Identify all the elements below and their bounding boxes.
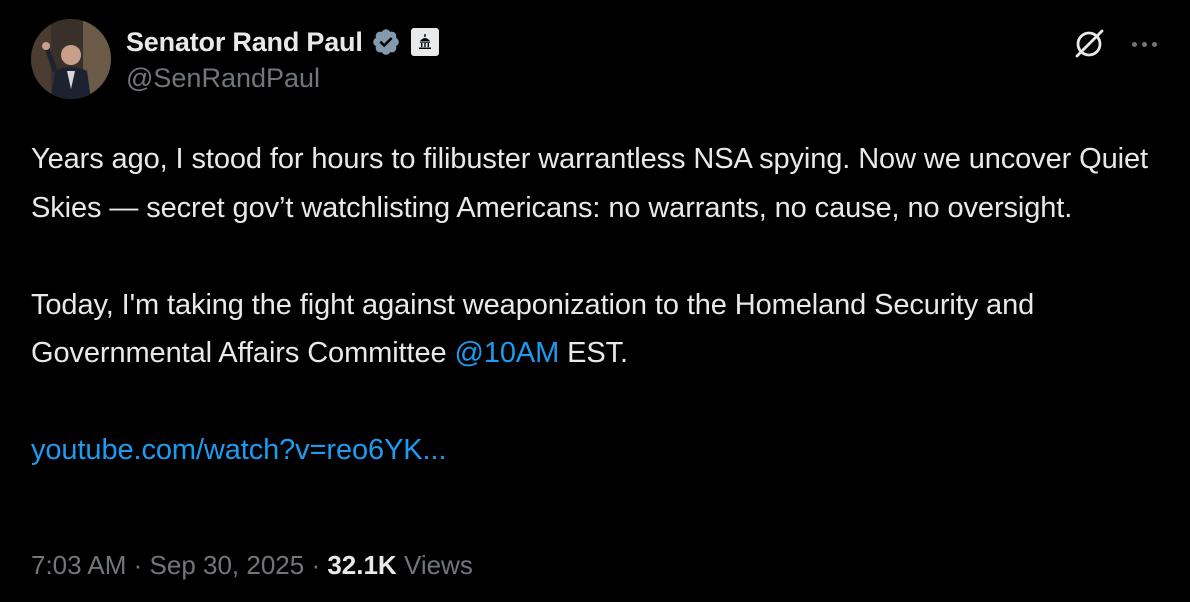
youtube-link[interactable]: youtube.com/watch?v=reo6YK...: [31, 434, 447, 466]
tweet-paragraph-2: Today, I'm taking the fight against weap…: [31, 281, 1171, 378]
tweet-paragraph-2-end: EST.: [559, 337, 628, 369]
meta-separator: ·: [304, 550, 328, 580]
views-count[interactable]: 32.1K: [327, 550, 396, 581]
tweet-date[interactable]: Sep 30, 2025: [150, 550, 305, 581]
author-name-row: Senator Rand Paul: [126, 24, 439, 60]
tweet-time[interactable]: 7:03 AM: [31, 550, 126, 581]
more-options-icon[interactable]: [1126, 27, 1162, 61]
grok-icon[interactable]: [1072, 27, 1106, 61]
more-dot: [1151, 41, 1157, 47]
profile-photo: [31, 19, 111, 99]
mention-link[interactable]: @10AM: [454, 337, 559, 369]
tweet-paragraph-1: Years ago, I stood for hours to filibust…: [31, 143, 1148, 224]
author-handle[interactable]: @SenRandPaul: [126, 63, 320, 94]
author-display-name[interactable]: Senator Rand Paul: [126, 27, 363, 58]
verified-badge-icon[interactable]: [371, 27, 401, 57]
government-building-icon[interactable]: [410, 28, 439, 56]
more-dot: [1131, 41, 1137, 47]
views-label: Views: [396, 550, 473, 580]
tweet-paragraph-3: youtube.com/watch?v=reo6YK...: [31, 426, 1171, 475]
more-dot: [1141, 41, 1147, 47]
tweet-metadata: 7:03 AM · Sep 30, 2025 · 32.1K Views: [31, 550, 473, 581]
tweet-text: Years ago, I stood for hours to filibust…: [31, 135, 1171, 475]
meta-separator: ·: [126, 550, 150, 580]
avatar[interactable]: [31, 19, 111, 99]
